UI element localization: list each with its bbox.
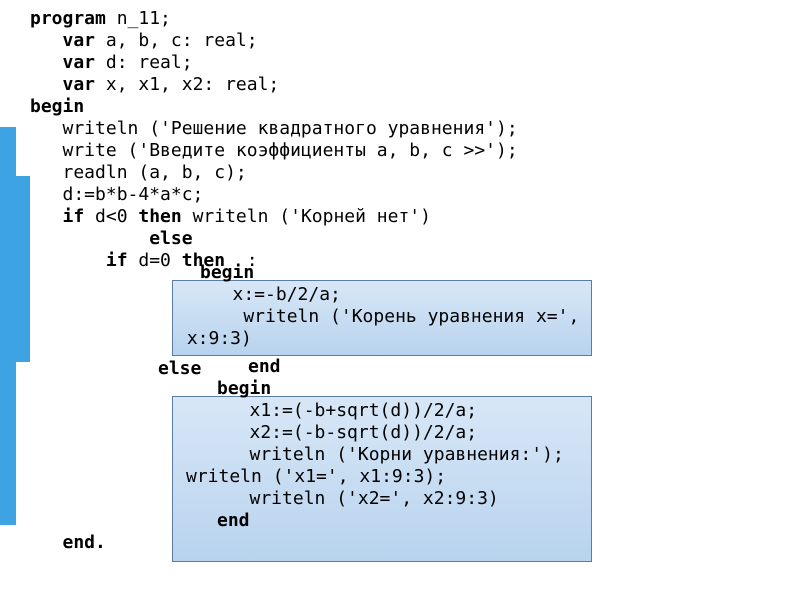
code-line: d:=b*b-4*a*c;	[30, 184, 203, 206]
code-line: x:=-b/2/a;	[200, 284, 341, 306]
code-line: x1:=(-b+sqrt(d))/2/a;	[217, 400, 477, 422]
code-line: writeln ('Корни уравнения:');	[217, 444, 564, 466]
code-line: else	[30, 228, 193, 250]
code-line: x2:=(-b-sqrt(d))/2/a;	[217, 422, 477, 444]
code-line: begin	[30, 96, 84, 118]
code-keyword-end: end	[217, 510, 250, 532]
code-line: if d<0 then writeln ('Корней нет')	[30, 206, 431, 228]
code-keyword-begin: begin	[200, 262, 254, 284]
decorative-strip-wide	[0, 176, 30, 362]
code-line: writeln ('x1=', x1:9:3);	[186, 466, 446, 488]
code-line: writeln ('x2=', x2:9:3)	[217, 488, 499, 510]
code-slide: program n_11; var a, b, c: real; var d: …	[0, 0, 800, 600]
code-keyword-end: end	[248, 356, 281, 378]
code-line: var d: real;	[30, 52, 193, 74]
code-line: readln (a, b, c);	[30, 162, 247, 184]
code-line: writeln ('Корень уравнения x=',	[200, 306, 579, 328]
code-keyword-begin: begin	[217, 378, 271, 400]
code-line: program n_11;	[30, 8, 171, 30]
code-keyword-else: else	[158, 358, 201, 380]
code-line: writeln ('Решение квадратного уравнения'…	[30, 118, 518, 140]
code-line: var a, b, c: real;	[30, 30, 258, 52]
code-line: var x, x1, x2: real;	[30, 74, 279, 96]
code-line: x:9:3)	[176, 328, 252, 350]
code-line: write ('Введите коэффициенты a, b, c >>'…	[30, 140, 518, 162]
code-keyword-end-dot: end.	[30, 532, 106, 554]
